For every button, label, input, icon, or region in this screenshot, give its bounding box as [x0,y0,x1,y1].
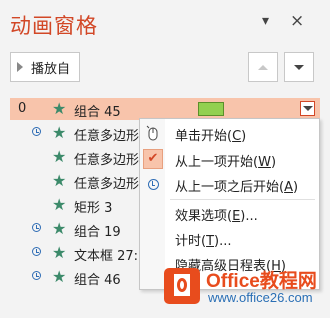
menu-item-label: 效果选项( [175,209,233,224]
play-from-button[interactable]: 播放自 [10,52,80,82]
move-down-button[interactable] [284,52,314,82]
move-up-button[interactable] [248,52,278,82]
close-icon[interactable]: × [290,11,304,31]
animation-label: 任意多边形 [74,153,140,168]
animation-label: 组合 45 [74,105,121,120]
entrance-star-icon: ★ [52,219,67,238]
triangle-down-icon [294,64,304,70]
animation-label: 组合 46 [74,273,121,288]
check-icon: ✔ [143,149,163,169]
animation-label: 组合 19 [74,225,121,240]
menu-item-start-with-previous[interactable]: ✔ 从上一项开始(W) [140,147,319,172]
play-from-label: 播放自 [31,61,71,77]
timing-bar[interactable] [198,102,224,116]
animation-label: 矩形 3 [74,201,113,216]
entrance-star-icon: ★ [52,171,67,190]
menu-item-start-on-click[interactable]: 单击开始(C) [140,121,319,146]
menu-item-label: 计时( [175,234,207,249]
entrance-star-icon: ★ [52,147,67,166]
menu-item-label: 单击开始( [175,129,233,144]
animation-number: 0 [18,101,27,116]
menu-item-accelerator: W [258,155,271,170]
entrance-star-icon: ★ [52,267,67,286]
entrance-star-icon: ★ [52,195,67,214]
animation-row[interactable]: 0 ★ 组合 45 [10,98,320,120]
clock-icon [32,223,41,232]
mouse-click-icon [146,125,158,141]
watermark-url: www.office26.com [208,290,313,305]
clock-icon [32,127,41,136]
watermark-name: Office教程网 [206,271,317,292]
entrance-star-icon: ★ [52,99,67,118]
menu-item-start-after-previous[interactable]: 从上一项之后开始(A) [140,172,319,197]
pane-options-chevron-icon[interactable]: ▾ [262,13,269,29]
animation-label: 任意多边形 [74,129,140,144]
entrance-star-icon: ★ [52,243,67,262]
clock-icon [32,271,41,280]
clock-icon [148,179,159,190]
office-logo-icon [164,268,200,304]
triangle-up-icon [258,64,268,70]
menu-item-accelerator: C [232,129,242,144]
menu-item-label: 从上一项开始( [175,155,259,170]
watermark: Office教程网 www.office26.com [160,264,330,318]
menu-item-timing[interactable]: 计时(T)... [140,226,319,251]
triangle-down-icon [302,106,313,111]
menu-item-effect-options[interactable]: 效果选项(E)... [140,201,319,226]
row-dropdown-button[interactable] [300,101,315,116]
play-icon [17,62,23,72]
clock-icon [32,247,41,256]
menu-item-accelerator: T [206,234,215,249]
menu-item-accelerator: A [284,180,293,195]
animation-label: 文本框 27: [74,249,139,264]
entrance-star-icon: ★ [52,123,67,142]
animation-label: 任意多边形 [74,177,140,192]
menu-item-label: 从上一项之后开始( [175,180,285,195]
menu-separator [170,199,315,200]
pane-title: 动画窗格 [10,14,98,38]
